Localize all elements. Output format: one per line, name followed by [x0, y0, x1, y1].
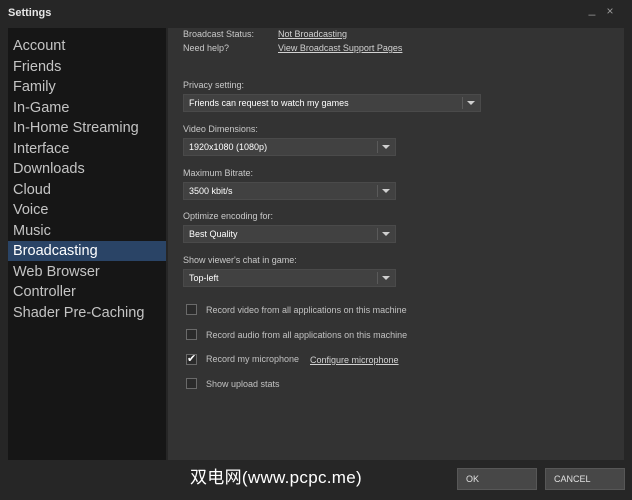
chevron-down-icon: [382, 145, 390, 149]
record-audio-label[interactable]: Record audio from all applications on th…: [206, 330, 407, 340]
dropdown-separator: [377, 272, 378, 284]
sidebar-item-cloud[interactable]: Cloud: [8, 180, 166, 200]
chevron-down-icon: [382, 232, 390, 236]
sidebar-item-in-game[interactable]: In-Game: [8, 98, 166, 118]
window-title: Settings: [8, 7, 52, 19]
checkmark-icon: ✔: [187, 353, 197, 365]
sidebar-item-family[interactable]: Family: [8, 77, 166, 97]
record-video-checkbox[interactable]: [186, 304, 197, 315]
viewer-chat-label: Show viewer's chat in game:: [183, 255, 297, 265]
upload-stats-label[interactable]: Show upload stats: [206, 379, 280, 389]
privacy-setting-label: Privacy setting:: [183, 80, 245, 90]
watermark-text: 双电网(www.pcpc.me): [190, 468, 362, 487]
video-dimensions-label: Video Dimensions:: [183, 124, 258, 134]
sidebar-item-shader-pre-caching[interactable]: Shader Pre-Caching: [8, 303, 166, 323]
viewer-chat-dropdown[interactable]: Top-left: [183, 269, 396, 287]
dropdown-separator: [377, 228, 378, 240]
privacy-setting-dropdown[interactable]: Friends can request to watch my games: [183, 94, 481, 112]
viewer-chat-value: Top-left: [189, 273, 219, 283]
optimize-encoding-label: Optimize encoding for:: [183, 211, 274, 221]
broadcasting-panel: Broadcast Status: Not Broadcasting Need …: [168, 28, 624, 460]
record-microphone-label[interactable]: Record my microphone: [206, 354, 299, 364]
sidebar-item-downloads[interactable]: Downloads: [8, 159, 166, 179]
dropdown-separator: [377, 185, 378, 197]
ok-button[interactable]: OK: [457, 468, 537, 490]
upload-stats-checkbox[interactable]: [186, 378, 197, 389]
optimize-encoding-dropdown[interactable]: Best Quality: [183, 225, 396, 243]
sidebar-item-interface[interactable]: Interface: [8, 139, 166, 159]
maximum-bitrate-label: Maximum Bitrate:: [183, 168, 254, 178]
sidebar-item-broadcasting[interactable]: Broadcasting: [8, 241, 166, 261]
dropdown-separator: [377, 141, 378, 153]
maximum-bitrate-dropdown[interactable]: 3500 kbit/s: [183, 182, 396, 200]
sidebar-item-friends[interactable]: Friends: [8, 57, 166, 77]
record-microphone-checkbox[interactable]: ✔: [186, 353, 197, 365]
sidebar-item-account[interactable]: Account: [8, 36, 166, 56]
configure-microphone-link[interactable]: Configure microphone: [310, 355, 399, 365]
minimize-icon[interactable]: _: [585, 2, 599, 16]
maximum-bitrate-value: 3500 kbit/s: [189, 186, 233, 196]
cancel-button[interactable]: CANCEL: [545, 468, 625, 490]
sidebar-item-controller[interactable]: Controller: [8, 282, 166, 302]
broadcast-status-link[interactable]: Not Broadcasting: [278, 29, 347, 39]
video-dimensions-value: 1920x1080 (1080p): [189, 142, 268, 152]
need-help-label: Need help?: [183, 43, 230, 53]
settings-sidebar: Account Friends Family In-Game In-Home S…: [8, 28, 166, 460]
record-video-label[interactable]: Record video from all applications on th…: [206, 305, 407, 315]
record-audio-checkbox[interactable]: [186, 329, 197, 340]
broadcast-status-label: Broadcast Status:: [183, 29, 255, 39]
sidebar-item-web-browser[interactable]: Web Browser: [8, 262, 166, 282]
title-bar: Settings _ ×: [0, 0, 632, 26]
chevron-down-icon: [467, 101, 475, 105]
close-icon[interactable]: ×: [603, 4, 617, 18]
sidebar-item-in-home-streaming[interactable]: In-Home Streaming: [8, 118, 166, 138]
privacy-setting-value: Friends can request to watch my games: [189, 98, 349, 108]
sidebar-item-voice[interactable]: Voice: [8, 200, 166, 220]
support-pages-link[interactable]: View Broadcast Support Pages: [278, 43, 402, 53]
video-dimensions-dropdown[interactable]: 1920x1080 (1080p): [183, 138, 396, 156]
chevron-down-icon: [382, 276, 390, 280]
optimize-encoding-value: Best Quality: [189, 229, 238, 239]
sidebar-item-music[interactable]: Music: [8, 221, 166, 241]
dropdown-separator: [462, 97, 463, 109]
chevron-down-icon: [382, 189, 390, 193]
